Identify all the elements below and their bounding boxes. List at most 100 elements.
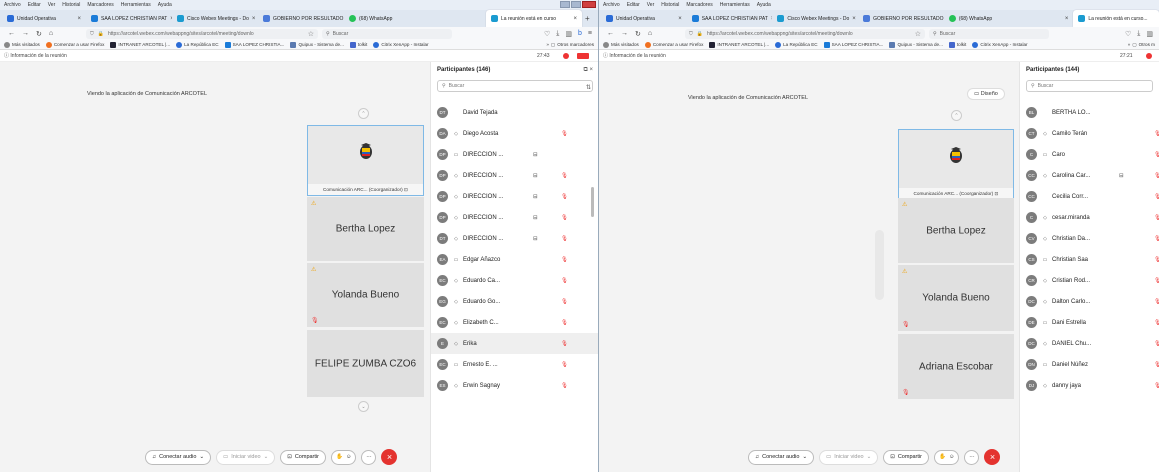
download-icon[interactable]: ⤓ <box>1137 30 1140 38</box>
meeting-info-link[interactable]: Información de la reunión <box>609 53 665 59</box>
home-icon[interactable]: ⌂ <box>648 30 652 38</box>
menu-herramientas[interactable]: Herramientas <box>121 2 151 8</box>
bookmark-item[interactable]: Comenzar a usar Firefox <box>45 41 104 48</box>
participant-row[interactable]: EC ◇ Elizabeth C... 🎙 <box>431 312 598 333</box>
pocket-icon[interactable]: ♡ <box>544 30 550 38</box>
bookmark-item[interactable]: Más visitados <box>603 41 639 48</box>
expand-icon[interactable]: ⊡ <box>995 191 999 197</box>
popout-icon[interactable]: ⧉ × <box>584 67 598 74</box>
bookmark-item[interactable]: INTRANET ARCOTEL |... <box>709 41 769 48</box>
participant-row[interactable]: CV ◇ Christian Da... 🎙 <box>1020 228 1159 249</box>
participant-row[interactable]: EA ▭ Edgar Añazco 🎙 <box>431 249 598 270</box>
participant-row[interactable]: E ◇ Erika 🎙 <box>431 333 598 354</box>
info-icon[interactable]: ⓘ <box>4 52 9 59</box>
layout-button[interactable]: ▭ Diseño <box>967 88 1005 100</box>
bookmark-item[interactable]: SAA LOPEZ CHRISTIA... <box>224 41 284 48</box>
scroll-up-button[interactable]: ⌃ <box>951 110 962 121</box>
tab-cisco-webex[interactable]: Cisco Webex Meetings - Do × <box>172 10 258 27</box>
bookmark-item[interactable]: tolkit <box>948 41 966 48</box>
search-field[interactable]: ⚲ Buscar <box>322 28 452 39</box>
new-tab-button[interactable]: + <box>582 10 593 27</box>
participant-row[interactable]: DC ◇ Dalton Carlo... 🎙 <box>1020 291 1159 312</box>
video-tile[interactable]: ⚠ Yolanda Bueno 🎙 <box>898 265 1014 331</box>
more-options-button[interactable]: ··· <box>964 449 980 465</box>
tab-unidad-operativa[interactable]: Unidad Operativa × <box>2 10 86 27</box>
participant-row[interactable]: BL BERTHA LO... <box>1020 102 1159 123</box>
menu-marcadores[interactable]: Marcadores <box>87 2 113 8</box>
participant-row[interactable]: CR ◇ Cristian Rod... 🎙 <box>1020 270 1159 291</box>
bookmark-item[interactable]: Citrix XenApp - Instalar <box>373 41 429 48</box>
library-icon[interactable]: ▥ <box>565 30 572 38</box>
forward-arrow-icon[interactable]: → <box>621 30 628 38</box>
participant-row[interactable]: DP ◇ DIRECCION ... ⊟ 🎙 <box>431 207 598 228</box>
start-video-button[interactable]: ▭ Iniciar video ⌄ <box>819 449 879 465</box>
close-icon[interactable]: × <box>1065 16 1069 22</box>
menu-editar[interactable]: Editar <box>28 2 41 8</box>
sort-icon[interactable]: ⇅ <box>586 84 591 91</box>
back-arrow-icon[interactable]: ← <box>8 30 15 38</box>
start-video-button[interactable]: ▭ Iniciar video ⌄ <box>216 449 276 465</box>
close-window-button[interactable] <box>582 1 596 8</box>
menu-herramientas[interactable]: Herramientas <box>720 2 750 8</box>
scrollbar[interactable] <box>591 187 594 217</box>
other-bookmarks[interactable]: » ▢ Otros marcadores <box>546 42 598 48</box>
video-tile[interactable]: FELIPE ZUMBA CZO6 <box>307 330 424 397</box>
menu-ayuda[interactable]: Ayuda <box>757 2 771 8</box>
video-tile[interactable]: ⚠ Bertha Lopez <box>898 198 1014 263</box>
maximize-button[interactable] <box>571 1 581 8</box>
close-icon[interactable]: × <box>678 16 682 22</box>
bookmark-star-icon[interactable]: ☆ <box>915 30 921 38</box>
participant-row[interactable]: DC ◇ DANIEL Chu... 🎙 <box>1020 333 1159 354</box>
video-tile[interactable]: ⚠ Yolanda Bueno 🎙 <box>307 263 424 327</box>
url-field[interactable]: ⛉ 🔒 https://arcotel.webex.com/webappng/sit… <box>86 28 318 39</box>
forward-arrow-icon[interactable]: → <box>22 30 29 38</box>
other-bookmarks[interactable]: » ▢ Otros m <box>1128 42 1159 48</box>
reactions-button[interactable]: ✋ ☺ <box>330 449 357 465</box>
bookmark-item[interactable]: Quipux - Sistema de... <box>290 41 344 48</box>
pocket-icon[interactable]: ♡ <box>1125 30 1131 38</box>
menu-editar[interactable]: Editar <box>627 2 640 8</box>
participant-row[interactable]: DA ◇ Diego Acosta 🎙 <box>431 123 598 144</box>
minimize-button[interactable] <box>560 1 570 8</box>
menu-marcadores[interactable]: Marcadores <box>686 2 712 8</box>
participant-row[interactable]: DT David Tejada <box>431 102 598 123</box>
tab-saa-lopez[interactable]: SAA LOPEZ CHRISTIAN PAT× <box>86 10 172 27</box>
back-arrow-icon[interactable]: ← <box>607 30 614 38</box>
tab-gobierno[interactable]: GOBIERNO POR RESULTADO× <box>858 10 944 27</box>
tab-reunion-active[interactable]: La reunión está en curso × <box>486 10 582 27</box>
participant-row[interactable]: DN ▭ Daniel Núñez 🎙 <box>1020 354 1159 375</box>
close-icon[interactable]: × <box>573 16 577 22</box>
menu-ayuda[interactable]: Ayuda <box>158 2 172 8</box>
participant-row[interactable]: C ◇ cesar.miranda 🎙 <box>1020 207 1159 228</box>
share-button[interactable]: ⊡ Compartir <box>280 449 326 465</box>
participant-row[interactable]: DP ◇ DIRECCION ... ⊟ 🎙 <box>431 165 598 186</box>
tab-whatsapp[interactable]: (68) WhatsApp × <box>944 10 1074 27</box>
tab-gobierno[interactable]: GOBIERNO POR RESULTADO× <box>258 10 344 27</box>
reload-icon[interactable]: ↻ <box>635 30 641 38</box>
download-icon[interactable]: ⤓ <box>556 30 559 38</box>
scroll-down-button[interactable]: ⌄ <box>358 401 369 412</box>
connect-audio-button[interactable]: ♫ Conectar audio ⌄ <box>748 449 815 465</box>
sync-icon[interactable]: b <box>578 30 582 38</box>
participant-search-input[interactable]: ⚲ Buscar <box>1026 80 1153 92</box>
tab-reunion-active[interactable]: La reunión está en curso... <box>1073 10 1159 27</box>
share-button[interactable]: ⊡ Compartir <box>883 449 929 465</box>
meeting-info-link[interactable]: Información de la reunión <box>10 53 66 59</box>
menu-ver[interactable]: Ver <box>48 2 56 8</box>
menu-historial[interactable]: Historial <box>62 2 80 8</box>
bookmark-item[interactable]: tolkit <box>349 41 367 48</box>
participant-row[interactable]: EC ▭ Ernesto E. ... 🎙 <box>431 354 598 375</box>
bookmark-star-icon[interactable]: ☆ <box>308 30 314 38</box>
connect-audio-button[interactable]: ♫ Conectar audio ⌄ <box>145 449 212 465</box>
info-icon[interactable]: ⓘ <box>603 52 608 59</box>
video-tile-host[interactable]: Comunicación ARC... (Coorganizador) ⊡ <box>307 125 424 196</box>
bookmark-item[interactable]: Comenzar a usar Firefox <box>644 41 703 48</box>
scroll-up-button[interactable]: ⌃ <box>358 108 369 119</box>
tab-saa-lopez[interactable]: SAA LOPEZ CHRISTIAN PAT× <box>687 10 772 27</box>
video-tile[interactable]: ⚠ Bertha Lopez <box>307 197 424 261</box>
participant-row[interactable]: CT ◇ Camilo Terán 🎙 <box>1020 123 1159 144</box>
expand-icon[interactable]: ⊡ <box>404 187 408 193</box>
bookmark-item[interactable]: Más visitados <box>4 41 40 48</box>
tab-cisco-webex[interactable]: Cisco Webex Meetings - Do × <box>772 10 858 27</box>
bookmark-item[interactable]: Citrix XenApp - Instalar <box>972 41 1028 48</box>
